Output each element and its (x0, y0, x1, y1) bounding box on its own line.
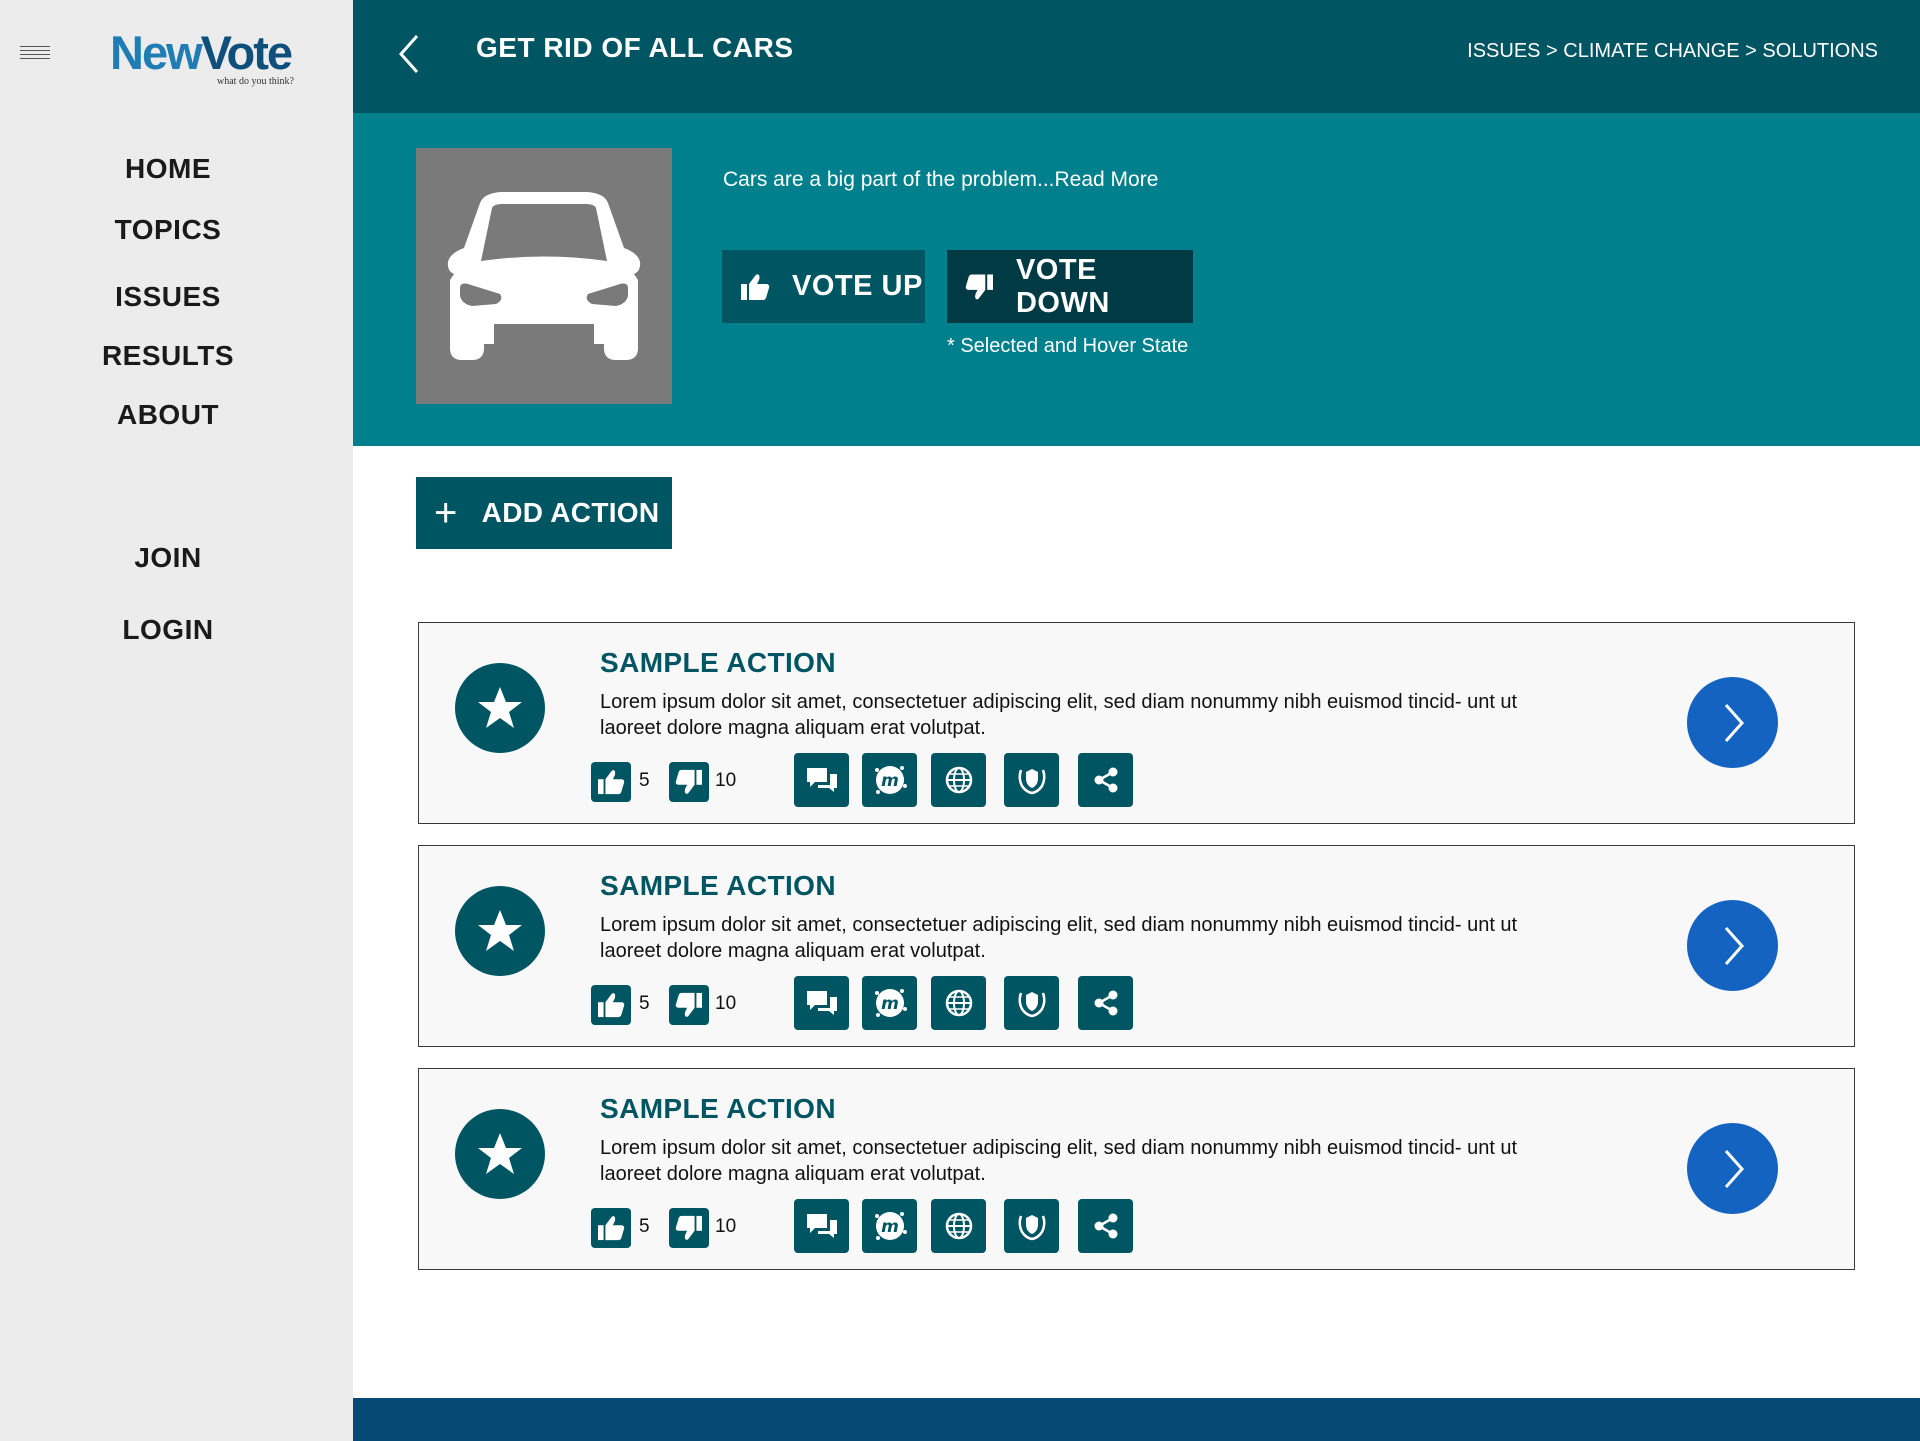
action-description: Lorem ipsum dolor sit amet, consectetuer… (600, 914, 1518, 962)
thumbs-down-icon[interactable] (669, 762, 709, 802)
menu-icon[interactable] (20, 46, 50, 60)
shield-icon[interactable] (1004, 1199, 1059, 1253)
thumbs-up-icon[interactable] (591, 1208, 631, 1248)
globe-icon[interactable] (931, 753, 986, 807)
shield-icon[interactable] (1004, 753, 1059, 807)
vote-down-count: 10 (715, 770, 737, 791)
meetup-icon[interactable]: m (862, 1199, 917, 1253)
vote-down-count: 10 (715, 993, 737, 1014)
globe-icon[interactable] (931, 1199, 986, 1253)
chat-icon[interactable] (794, 976, 849, 1030)
logo-text-new: New (110, 26, 203, 79)
share-icon[interactable] (1078, 1199, 1133, 1253)
action-description: Lorem ipsum dolor sit amet, consectetuer… (600, 691, 1518, 739)
star-icon (455, 663, 545, 753)
star-icon (455, 886, 545, 976)
svg-text:m: m (881, 994, 899, 1014)
breadcrumb-separator: > (1540, 40, 1564, 62)
share-icon[interactable] (1078, 753, 1133, 807)
breadcrumb-separator: > (1739, 40, 1763, 62)
nav-topics[interactable]: TOPICS (0, 214, 336, 246)
breadcrumb-issues[interactable]: ISSUES (1467, 40, 1540, 62)
action-title: SAMPLE ACTION (600, 1093, 836, 1124)
action-title: SAMPLE ACTION (600, 870, 836, 901)
chevron-right-icon[interactable] (1687, 677, 1778, 768)
issue-description-text: Cars are a big part of the problem... (723, 168, 1055, 191)
add-action-button[interactable]: + ADD ACTION (416, 477, 672, 549)
vote-up-label: VOTE UP (792, 270, 923, 302)
issue-description: Cars are a big part of the problem...Rea… (723, 168, 1158, 192)
back-arrow-icon[interactable] (391, 32, 431, 76)
thumbs-up-icon[interactable] (591, 985, 631, 1025)
hero: Cars are a big part of the problem...Rea… (353, 113, 1920, 446)
nav-results[interactable]: RESULTS (0, 340, 336, 372)
action-card[interactable]: SAMPLE ACTION Lorem ipsum dolor sit amet,… (418, 845, 1855, 1047)
svg-text:m: m (881, 1217, 899, 1237)
meetup-icon[interactable]: m (862, 753, 917, 807)
footer (353, 1398, 1920, 1441)
breadcrumb-solutions[interactable]: SOLUTIONS (1762, 40, 1878, 62)
share-icon[interactable] (1078, 976, 1133, 1030)
thumbs-up-icon (741, 273, 770, 300)
logo[interactable]: NewVote what do you think? (110, 26, 294, 88)
breadcrumb-climate-change[interactable]: CLIMATE CHANGE (1563, 40, 1739, 62)
nav-join[interactable]: JOIN (0, 542, 336, 574)
action-title: SAMPLE ACTION (600, 647, 836, 678)
shield-icon[interactable] (1004, 976, 1059, 1030)
vote-down-count: 10 (715, 1216, 737, 1237)
nav-issues[interactable]: ISSUES (0, 281, 336, 313)
app: NewVote what do you think? HOME TOPICS I… (0, 0, 1920, 1441)
chat-icon[interactable] (794, 1199, 849, 1253)
chevron-right-icon[interactable] (1687, 1123, 1778, 1214)
read-more-link[interactable]: Read More (1055, 168, 1159, 191)
vote-up-count: 5 (639, 770, 650, 791)
page-title: GET RID OF ALL CARS (476, 32, 794, 63)
add-action-label: ADD ACTION (481, 497, 660, 528)
action-card[interactable]: SAMPLE ACTION Lorem ipsum dolor sit amet,… (418, 622, 1855, 824)
star-icon (455, 1109, 545, 1199)
top-header: GET RID OF ALL CARS ISSUES > CLIMATE CHA… (353, 0, 1920, 113)
globe-icon[interactable] (931, 976, 986, 1030)
nav-about[interactable]: ABOUT (0, 399, 336, 431)
thumbs-down-icon (965, 273, 994, 299)
issue-image (416, 148, 672, 404)
vote-up-count: 5 (639, 993, 650, 1014)
thumbs-up-icon[interactable] (591, 762, 631, 802)
logo-text-vote: Vote (200, 26, 293, 79)
thumbs-down-icon[interactable] (669, 985, 709, 1025)
car-icon (447, 192, 641, 360)
svg-text:m: m (881, 771, 899, 791)
vote-up-button[interactable]: VOTE UP (722, 250, 925, 323)
vote-up-count: 5 (639, 1216, 650, 1237)
chat-icon[interactable] (794, 753, 849, 807)
sidebar: NewVote what do you think? HOME TOPICS I… (0, 0, 353, 1441)
nav-home[interactable]: HOME (0, 153, 336, 185)
chevron-right-icon[interactable] (1687, 900, 1778, 991)
logo-tagline: what do you think? (217, 76, 294, 87)
action-description: Lorem ipsum dolor sit amet, consectetuer… (600, 1137, 1518, 1185)
thumbs-down-icon[interactable] (669, 1208, 709, 1248)
vote-down-button[interactable]: VOTE DOWN (947, 250, 1193, 323)
meetup-icon[interactable]: m (862, 976, 917, 1030)
plus-icon: + (434, 491, 458, 535)
state-note: * Selected and Hover State (947, 335, 1189, 357)
action-card[interactable]: SAMPLE ACTION Lorem ipsum dolor sit amet,… (418, 1068, 1855, 1270)
breadcrumb: ISSUES > CLIMATE CHANGE > SOLUTIONS (1467, 40, 1878, 63)
nav-login[interactable]: LOGIN (0, 614, 336, 646)
vote-down-label: VOTE DOWN (1015, 253, 1110, 319)
